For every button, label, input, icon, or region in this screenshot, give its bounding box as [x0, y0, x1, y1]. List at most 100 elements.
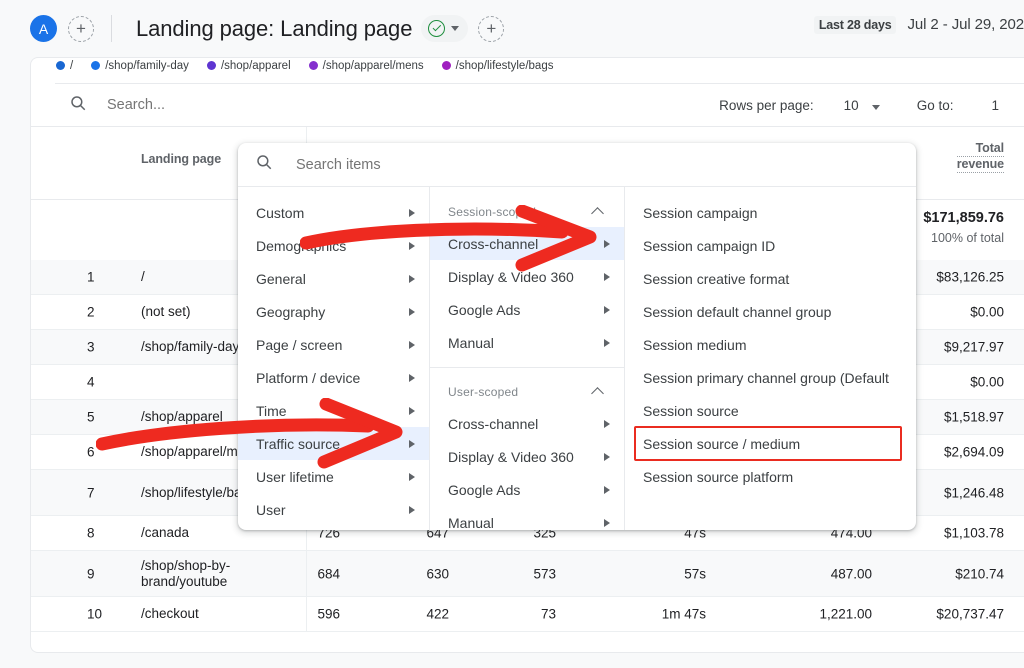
- picker-category-label: Page / screen: [256, 337, 401, 353]
- chart-legend: / /shop/family-day/shop/apparel/shop/appa…: [31, 58, 1024, 72]
- row-revenue: $1,103.78: [944, 526, 1004, 541]
- avatar[interactable]: A: [30, 15, 57, 42]
- picker-group-item[interactable]: Cross-channel: [430, 407, 624, 440]
- chevron-right-icon: [409, 374, 415, 382]
- picker-dimension-item[interactable]: Session source / medium: [635, 427, 901, 460]
- legend-color-dot: [56, 61, 65, 70]
- table-row[interactable]: 10/checkout596422731m 47s1,221.00$20,737…: [31, 597, 1024, 632]
- column-header-landing-page[interactable]: Landing page: [141, 152, 221, 166]
- legend-label: /shop/apparel/mens: [323, 60, 424, 72]
- picker-category-page-screen[interactable]: Page / screen: [238, 328, 429, 361]
- picker-category-user[interactable]: User: [238, 493, 429, 526]
- picker-dimension-item[interactable]: Session source platform: [625, 460, 915, 493]
- picker-dimension-item[interactable]: Session campaign ID: [625, 229, 915, 262]
- picker-group-item[interactable]: Google Ads: [430, 473, 624, 506]
- chevron-right-icon: [409, 407, 415, 415]
- row-index: 5: [87, 410, 109, 425]
- picker-group-header[interactable]: User-scoped: [430, 376, 624, 407]
- row-landing-page[interactable]: /canada: [141, 525, 189, 541]
- picker-group-item-label: Google Ads: [448, 302, 596, 318]
- picker-group-item[interactable]: Google Ads: [430, 293, 624, 326]
- picker-category-geography[interactable]: Geography: [238, 295, 429, 328]
- dimension-picker-panel: CustomDemographics General Geography Page /…: [238, 143, 916, 530]
- picker-group-item[interactable]: Manual: [430, 326, 624, 359]
- go-to-input[interactable]: 1: [991, 98, 999, 113]
- picker-dimension-item[interactable]: Session campaign: [625, 196, 915, 229]
- row-index: 9: [87, 566, 109, 581]
- picker-dimension-item[interactable]: Session primary channel group (Default: [625, 361, 915, 394]
- picker-group-item[interactable]: Cross-channel: [430, 227, 624, 260]
- picker-category-general[interactable]: General: [238, 262, 429, 295]
- chevron-right-icon: [604, 240, 610, 248]
- column-divider: [306, 551, 307, 596]
- legend-item[interactable]: /: [56, 60, 73, 72]
- picker-dimension-item[interactable]: Session source: [625, 394, 915, 427]
- chevron-down-icon[interactable]: [872, 97, 880, 115]
- picker-group-item-label: Cross-channel: [448, 416, 596, 432]
- report-status-chip[interactable]: [421, 15, 468, 42]
- picker-dimension-label: Session campaign: [643, 205, 901, 221]
- row-landing-page[interactable]: /shop/shop-by-brand/youtube: [141, 557, 261, 589]
- picker-category-traffic-source[interactable]: Traffic source: [238, 427, 429, 460]
- legend-item[interactable]: /shop/apparel/mens: [309, 60, 424, 72]
- row-avg-time: 1m 47s: [662, 607, 706, 622]
- row-index: 6: [87, 445, 109, 460]
- divider: [430, 367, 624, 368]
- picker-group-item-label: Display & Video 360: [448, 449, 596, 465]
- picker-category-platform-device[interactable]: Platform / device: [238, 361, 429, 394]
- picker-dimension-item[interactable]: Session medium: [625, 328, 915, 361]
- search-icon: [69, 94, 87, 117]
- chevron-up-icon[interactable]: [591, 387, 604, 400]
- chevron-right-icon: [409, 242, 415, 250]
- row-events: 487.00: [831, 566, 872, 581]
- picker-category-time[interactable]: Time: [238, 394, 429, 427]
- picker-dimension-item[interactable]: Session default channel group: [625, 295, 915, 328]
- picker-group-header[interactable]: Session-scoped: [430, 196, 624, 227]
- table-toolbar: Rows per page: 10 Go to: 1: [31, 84, 1024, 127]
- legend-color-dot: [91, 61, 100, 70]
- picker-category-user-lifetime[interactable]: User lifetime: [238, 460, 429, 493]
- picker-category-label: General: [256, 271, 401, 287]
- table-row[interactable]: 9/shop/shop-by-brand/youtube68463057357s…: [31, 551, 1024, 597]
- picker-dimension-label: Session source platform: [643, 469, 901, 485]
- row-revenue: $0.00: [970, 305, 1004, 320]
- picker-group-item-label: Manual: [448, 335, 596, 351]
- chevron-right-icon: [409, 209, 415, 217]
- row-landing-page[interactable]: /shop/family-day: [141, 339, 239, 355]
- picker-group-title: Session-scoped: [448, 205, 536, 219]
- picker-group-item[interactable]: Manual: [430, 506, 624, 530]
- legend-item[interactable]: /shop/lifestyle/bags: [442, 60, 554, 72]
- picker-dimension-label: Session source / medium: [643, 436, 887, 452]
- column-header-total-revenue[interactable]: Total revenue: [957, 141, 1004, 173]
- add-comparison-icon[interactable]: +: [478, 16, 504, 42]
- picker-category-demographics[interactable]: Demographics: [238, 229, 429, 262]
- chevron-up-icon[interactable]: [591, 207, 604, 220]
- picker-group-item[interactable]: Display & Video 360: [430, 440, 624, 473]
- picker-search-input[interactable]: [294, 156, 594, 174]
- legend-item[interactable]: /shop/apparel: [207, 60, 291, 72]
- row-events: 1,221.00: [819, 607, 872, 622]
- row-landing-page[interactable]: (not set): [141, 304, 191, 320]
- chevron-right-icon: [604, 486, 610, 494]
- row-revenue: $83,126.25: [936, 270, 1004, 285]
- chevron-down-icon[interactable]: [451, 26, 459, 31]
- add-icon[interactable]: +: [68, 16, 94, 42]
- search-input[interactable]: [105, 96, 405, 114]
- row-landing-page[interactable]: /: [141, 269, 145, 285]
- rows-per-page-value[interactable]: 10: [844, 98, 859, 113]
- legend-color-dot: [442, 61, 451, 70]
- row-landing-page[interactable]: /checkout: [141, 606, 199, 622]
- row-index: 10: [87, 607, 109, 622]
- legend-label: /shop/apparel: [221, 60, 291, 72]
- picker-category-label: User lifetime: [256, 469, 401, 485]
- picker-group-item[interactable]: Display & Video 360: [430, 260, 624, 293]
- column-divider: [306, 597, 307, 631]
- picker-dimension-label: Session source: [643, 403, 901, 419]
- date-range-selector[interactable]: Last 28 days Jul 2 - Jul 29, 202: [814, 16, 1024, 34]
- legend-item[interactable]: /shop/family-day: [91, 60, 189, 72]
- row-index: 3: [87, 340, 109, 355]
- row-landing-page[interactable]: /shop/apparel: [141, 409, 223, 425]
- picker-category-custom[interactable]: Custom: [238, 196, 429, 229]
- picker-dimension-item[interactable]: Session creative format: [625, 262, 915, 295]
- row-avg-time: 57s: [684, 566, 706, 581]
